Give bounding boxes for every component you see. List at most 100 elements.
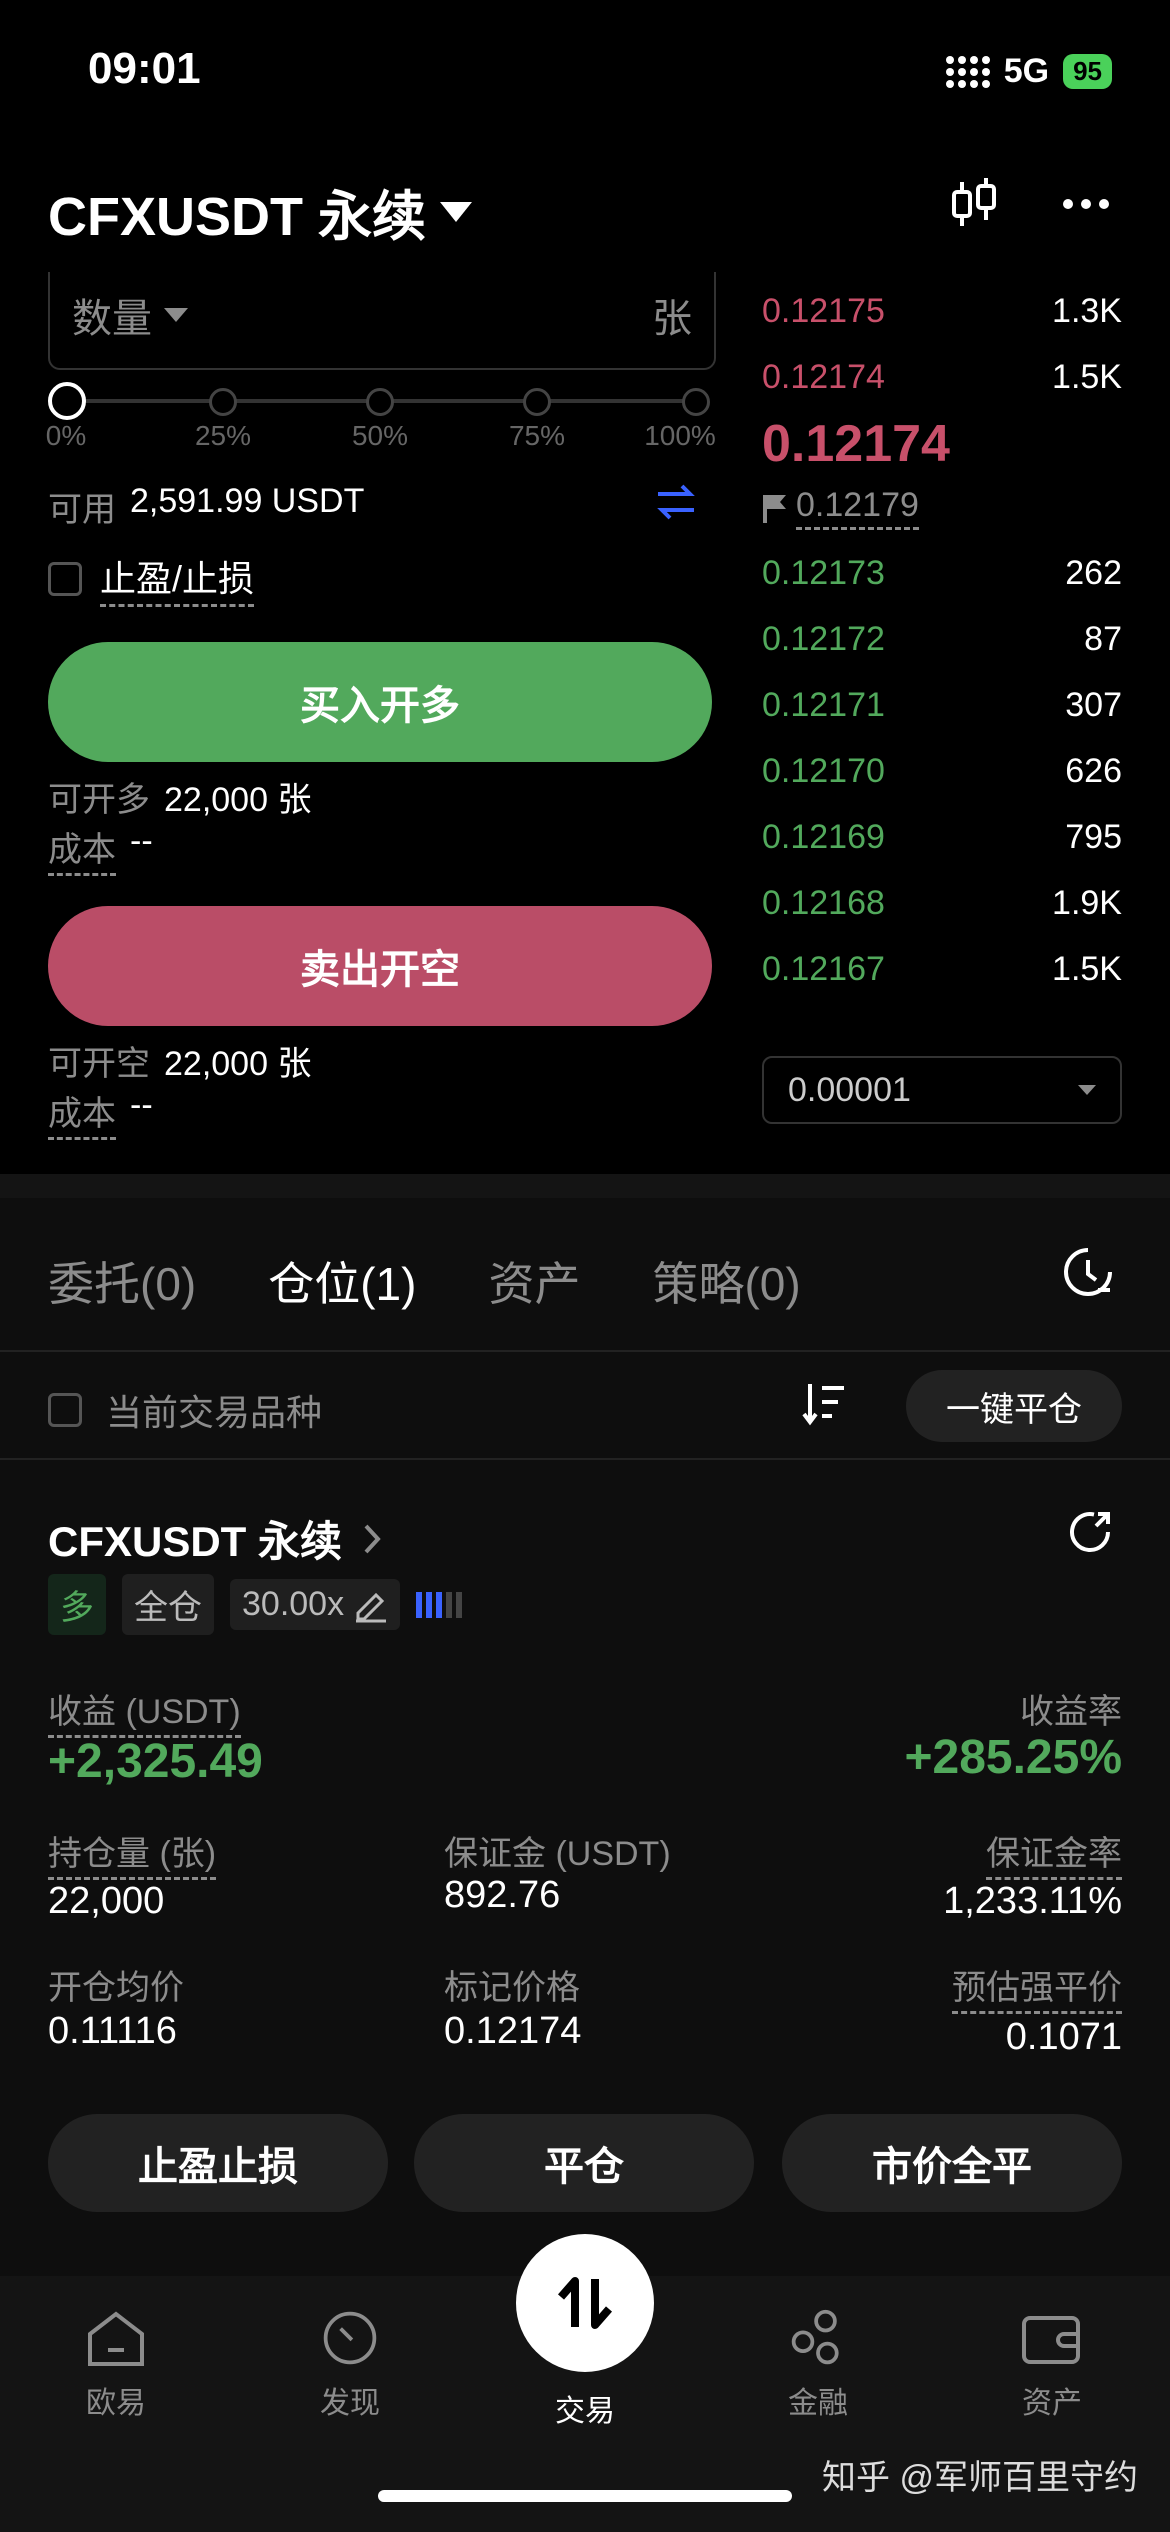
tpsl-button[interactable]: 止盈止损 [48,2114,388,2212]
slider-stop-75[interactable] [523,388,551,416]
candlestick-icon[interactable] [946,176,1002,232]
network-type: 5G [1003,52,1050,90]
quantity-type-dropdown[interactable]: 数量 [72,286,188,344]
roi-value: +285.25% [904,1731,1122,1784]
available-value: 2,591.99 USDT [130,482,365,520]
wallet-icon [1022,2316,1080,2364]
entry-value: 0.11116 [48,2010,177,2052]
size-value: 22,000 [48,1880,165,1922]
sort-icon[interactable] [802,1380,846,1428]
filter-label: 当前交易品种 [106,1392,323,1433]
tick-size-select[interactable]: 0.00001 [762,1056,1122,1124]
tpsl-label: 止盈/止损 [100,550,255,607]
buy-long-button[interactable]: 买入开多 [48,642,712,762]
nav-discover[interactable]: 发现 [270,2308,430,2422]
bid-size: 626 [1065,752,1122,790]
symbol-selector[interactable]: CFXUSDT 永续 [48,172,472,251]
position-title: CFXUSDT 永续 [48,1518,343,1565]
slider-handle[interactable] [48,382,86,420]
leverage-tag[interactable]: 30.00x [230,1579,401,1630]
bid-price: 0.12168 [762,884,885,922]
flag-icon [763,495,786,523]
quantity-slider[interactable]: 0% 25% 50% 75% 100% [46,380,716,451]
status-time: 09:01 [88,44,201,93]
margin-mode-tag: 全仓 [122,1574,214,1635]
bid-row[interactable]: 0.12172 87 [762,620,1122,659]
sell-cost-info: 成本 -- [48,1086,153,1140]
pnl-label: 收益 (USDT) [48,1684,241,1738]
market-close-button[interactable]: 市价全平 [782,2114,1122,2212]
current-symbol-filter[interactable]: 当前交易品种 [48,1384,322,1436]
side-tag: 多 [48,1574,106,1635]
ask-row[interactable]: 0.12175 1.3K [762,292,1122,331]
bid-row[interactable]: 0.12168 1.9K [762,884,1122,923]
available-label: 可用 [48,491,116,529]
buy-max-info: 可开多 22,000 张 [48,772,311,821]
quantity-label: 数量 [72,297,152,341]
nav-home-label: 欧易 [86,2387,146,2420]
sell-short-button[interactable]: 卖出开空 [48,906,712,1026]
nav-discover-label: 发现 [320,2387,380,2420]
position-symbol[interactable]: CFXUSDT 永续 [48,1508,382,1569]
mark-price-value: 0.12179 [796,486,919,530]
nav-finance[interactable]: 金融 [738,2308,898,2422]
tab-strategies[interactable]: 策略(0) [652,1248,800,1314]
slider-label: 75% [508,420,566,451]
slider-label: 25% [194,420,252,451]
ask-size: 1.5K [1052,358,1122,396]
bid-price: 0.12172 [762,620,885,658]
bid-size: 307 [1065,686,1122,724]
last-price[interactable]: 0.12174 [762,414,950,474]
more-icon[interactable] [1062,197,1110,211]
available-balance: 可用 2,591.99 USDT [48,482,364,531]
bid-price: 0.12171 [762,686,885,724]
margin-label: 保证金 (USDT) [444,1835,671,1873]
tab-orders[interactable]: 委托(0) [48,1248,196,1314]
nav-trade-label: 交易 [555,2395,615,2428]
transfer-icon[interactable] [654,480,698,524]
tab-assets[interactable]: 资产 [488,1248,580,1314]
tab-positions[interactable]: 仓位(1) [268,1248,416,1314]
close-position-button[interactable]: 平仓 [414,2114,754,2212]
bid-row[interactable]: 0.12169 795 [762,818,1122,857]
mark-label: 标记价格 [444,1969,580,2007]
history-icon[interactable] [1062,1246,1114,1298]
trade-icon [557,2277,613,2329]
bid-row[interactable]: 0.12171 307 [762,686,1122,725]
size-label: 持仓量 (张) [48,1826,217,1880]
quantity-input[interactable]: 数量 张 [48,272,716,370]
ask-row[interactable]: 0.12174 1.5K [762,358,1122,397]
mark-value: 0.12174 [444,2010,582,2052]
tpsl-checkbox[interactable] [48,561,82,596]
sell-max-value: 22,000 张 [164,1045,312,1083]
nav-home[interactable]: 欧易 [36,2308,196,2422]
bid-row[interactable]: 0.12170 626 [762,752,1122,791]
margin-ratio-value: 1,233.11% [943,1880,1122,1922]
bid-row[interactable]: 0.12167 1.5K [762,950,1122,989]
bid-size: 262 [1065,554,1122,592]
slider-stop-100[interactable] [682,388,710,416]
sell-max-label: 可开空 [48,1045,150,1083]
close-all-button[interactable]: 一键平仓 [906,1370,1122,1442]
nav-trade[interactable] [516,2234,654,2372]
slider-stop-50[interactable] [366,388,394,416]
home-indicator [378,2490,792,2502]
tpsl-toggle[interactable]: 止盈/止损 [48,550,255,607]
buy-cost-label: 成本 [48,822,116,876]
watermark: 知乎 @军师百里守约 [822,2459,1138,2497]
sell-cost-value: -- [130,1086,153,1124]
ask-price: 0.12175 [762,292,885,330]
chevron-right-icon [364,1524,381,1553]
sell-cost-label: 成本 [48,1086,116,1140]
slider-stop-25[interactable] [209,388,237,416]
nav-assets[interactable]: 资产 [972,2308,1132,2422]
bid-row[interactable]: 0.12173 262 [762,554,1122,593]
bid-size: 87 [1084,620,1122,658]
roi-label: 收益率 [1020,1693,1122,1731]
buy-max-label: 可开多 [48,781,150,819]
filter-checkbox[interactable] [48,1393,82,1427]
share-icon[interactable] [1066,1508,1114,1556]
home-icon [88,2311,144,2366]
ask-size: 1.3K [1052,292,1122,330]
nav-finance-label: 金融 [788,2387,848,2420]
